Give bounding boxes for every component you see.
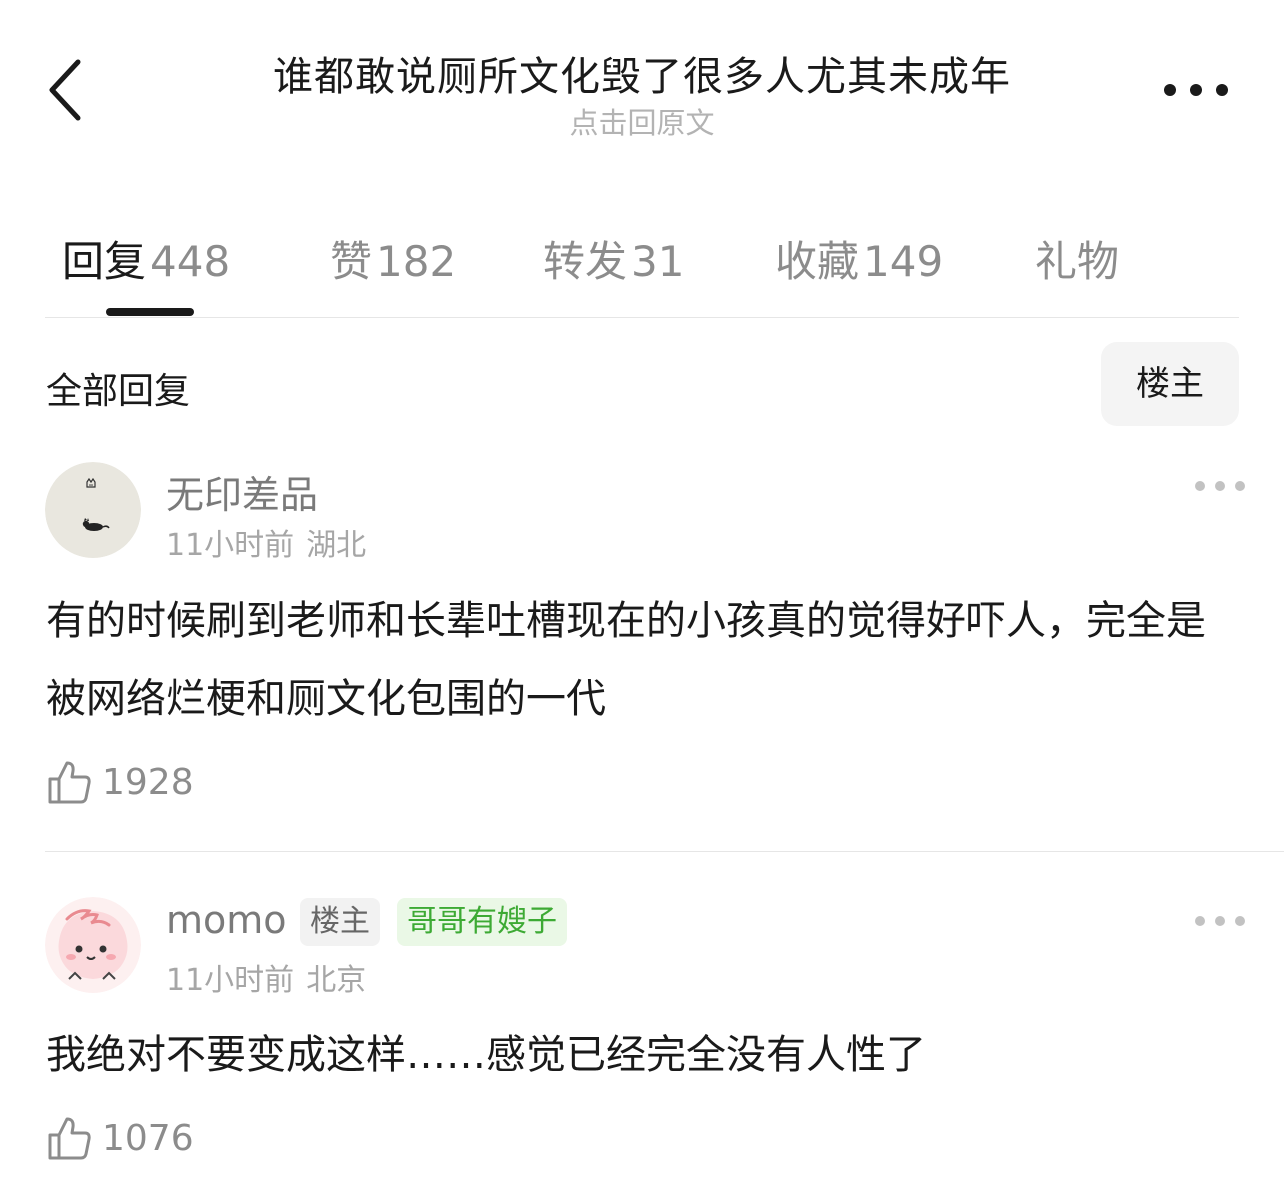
tab-likes[interactable]: 赞182 [330, 228, 456, 289]
avatar[interactable] [45, 897, 141, 993]
username[interactable]: 无印差品 [166, 464, 318, 519]
tab-label: 转发 [543, 237, 628, 286]
like-button[interactable]: 1928 [46, 758, 206, 810]
tab-label: 收藏 [775, 237, 860, 286]
like-count: 1928 [102, 762, 194, 803]
tab-bar: 回复448 赞182 转发31 收藏149 礼物 [0, 210, 1284, 320]
comment-location: 北京 [306, 963, 367, 998]
thumbs-up-icon [48, 1117, 91, 1160]
comment-content: 有的时候刷到老师和长辈吐槽现在的小孩真的觉得好吓人，完全是被网络烂梗和厕文化包围… [46, 598, 1206, 722]
cat-doodle-avatar [45, 462, 141, 558]
thumbs-up-icon [48, 761, 91, 804]
tab-gifts[interactable]: 礼物 [1035, 228, 1119, 289]
more-options-button[interactable] [1156, 72, 1236, 108]
tab-replies[interactable]: 回复448 [62, 228, 230, 289]
tab-count: 31 [631, 237, 685, 286]
avatar[interactable] [45, 462, 141, 558]
tab-label: 赞 [330, 237, 373, 286]
like-button[interactable]: 1076 [46, 1114, 206, 1166]
all-replies-heading: 全部回复 [46, 371, 191, 412]
comment-more-button[interactable] [1192, 471, 1248, 501]
comment-time: 11小时前 [166, 528, 295, 563]
tab-reposts[interactable]: 转发31 [543, 228, 684, 289]
like-count: 1076 [102, 1118, 194, 1159]
ellipsis-icon [1164, 84, 1228, 96]
tab-favorites[interactable]: 收藏149 [775, 228, 943, 289]
comment-content: 我绝对不要变成这样……感觉已经完全没有人性了 [46, 1032, 926, 1078]
tab-count: 182 [376, 237, 457, 286]
comment-more-button[interactable] [1192, 906, 1248, 936]
tab-count: 448 [150, 237, 231, 286]
active-tab-indicator [106, 308, 194, 316]
ellipsis-icon [1195, 916, 1245, 926]
tab-label: 回复 [62, 237, 147, 286]
tab-count: 149 [863, 237, 944, 286]
top-bar: 谁都敢说厕所文化毁了很多人尤其未成年 点击回原文 [0, 0, 1284, 150]
tab-label: 礼物 [1035, 237, 1120, 286]
comment-time: 11小时前 [166, 963, 295, 998]
user-tag-badge: 哥哥有嫂子 [397, 898, 567, 946]
comment-meta: 11小时前 北京 [166, 955, 366, 999]
comment-location: 湖北 [306, 528, 367, 563]
tabs-divider [45, 317, 1239, 318]
post-title[interactable]: 谁都敢说厕所文化毁了很多人尤其未成年 [0, 44, 1284, 102]
ellipsis-icon [1195, 481, 1245, 491]
username[interactable]: momo [166, 898, 287, 942]
op-only-filter-button[interactable]: 楼主 [1101, 342, 1239, 426]
comment-divider [45, 851, 1284, 852]
back-to-original-link[interactable]: 点击回原文 [0, 100, 1284, 142]
comment-meta: 11小时前 湖北 [166, 520, 366, 564]
pink-cartoon-avatar [45, 897, 141, 993]
op-badge: 楼主 [300, 898, 380, 946]
